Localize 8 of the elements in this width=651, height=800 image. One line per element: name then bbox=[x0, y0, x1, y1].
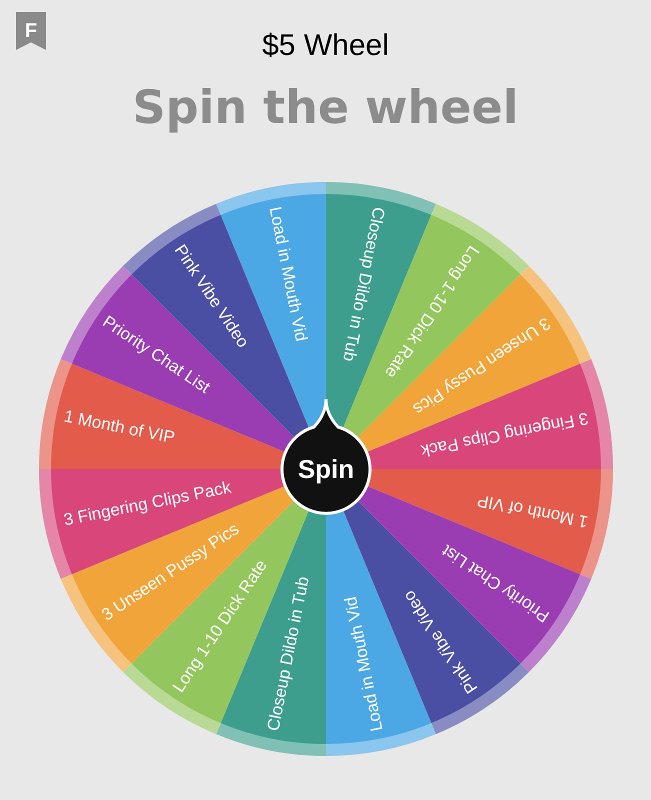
segment-label: 1 Month of VIP bbox=[475, 490, 590, 532]
segment-label: Closeup Dildo in Tub bbox=[263, 574, 312, 733]
segment-label: 1 Month of VIP bbox=[62, 406, 176, 448]
segment-label: Load in Mouth Vid bbox=[265, 205, 310, 343]
segment-label: Closeup Dildo in Tub bbox=[338, 205, 388, 364]
segment-label: Load in Mouth Vid bbox=[340, 595, 386, 733]
page-title: $5 Wheel bbox=[262, 28, 389, 64]
spin-button[interactable]: Spin bbox=[280, 398, 371, 515]
